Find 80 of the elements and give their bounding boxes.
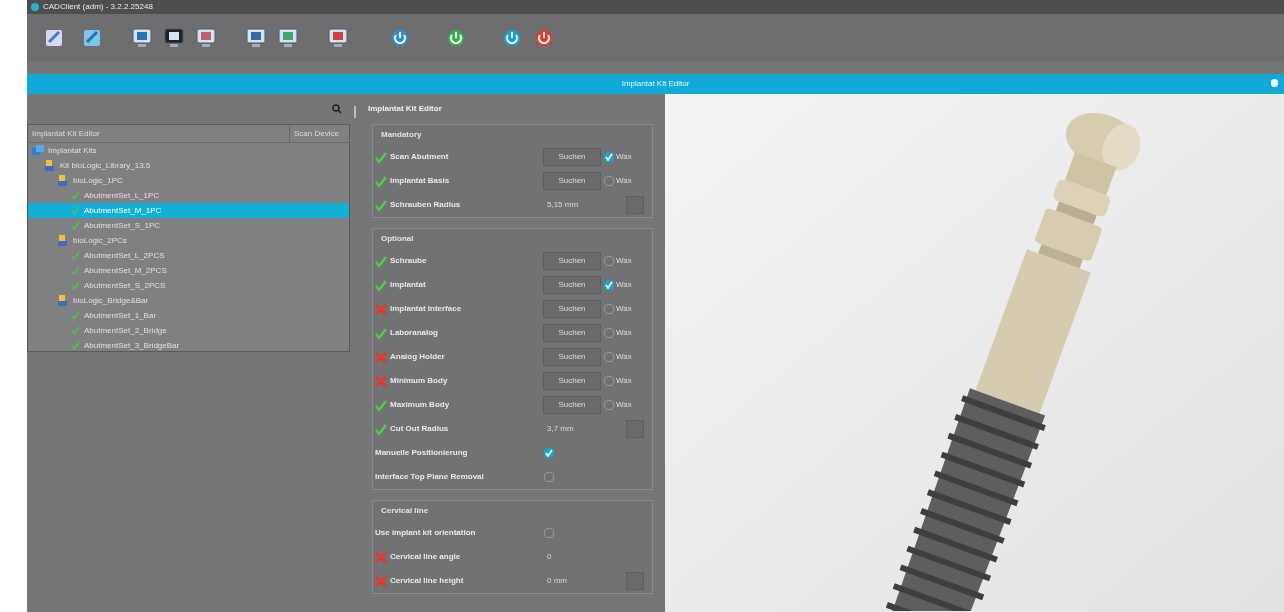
search-button[interactable]: Suchen xyxy=(543,172,601,190)
option-label: Wax xyxy=(616,351,632,363)
folder-stack-icon xyxy=(32,145,44,156)
checkbox[interactable] xyxy=(604,328,614,338)
column-header[interactable]: Implantat Kit Editor xyxy=(28,125,289,142)
checkbox[interactable] xyxy=(604,376,614,386)
field-label: Interface Top Plane Removal xyxy=(375,471,485,483)
field-label: Manuelle Positionierung xyxy=(375,447,469,459)
search-button[interactable]: Suchen xyxy=(543,372,601,390)
field-label: Cervical line angle xyxy=(390,551,462,563)
option-label: Wax xyxy=(616,375,632,387)
input-field[interactable]: 5,15 mm xyxy=(543,196,623,214)
option-label: Wax xyxy=(616,327,632,339)
field-label: Analog Holder xyxy=(390,351,446,363)
panel-title: Implantat Kit Editor xyxy=(368,103,442,115)
search-button[interactable]: Suchen xyxy=(543,300,601,318)
field-label: Implantat Basis xyxy=(390,175,451,187)
field-label: Implantat Interface xyxy=(390,303,463,315)
field-label: Schraube xyxy=(390,255,428,267)
column-header[interactable]: Scan Device xyxy=(289,125,349,142)
search-button[interactable]: Suchen xyxy=(543,396,601,414)
tree-item[interactable]: AbutmentSet_2_Bridge xyxy=(28,323,349,338)
tree-item[interactable]: AbutmentSet_L_1PC xyxy=(28,188,349,203)
edit-icon[interactable] xyxy=(43,27,65,49)
window-title: CADClient (adm) - 3.2.2.25248 xyxy=(43,3,153,11)
search-icon[interactable] xyxy=(332,104,342,114)
tree-item[interactable]: AbutmentSet_1_Bar xyxy=(28,308,349,323)
field-label: Laboranalog xyxy=(390,327,439,339)
tree-item[interactable]: AbutmentSet_M_2PCS xyxy=(28,263,349,278)
search-button[interactable]: Suchen xyxy=(543,324,601,342)
checkbox[interactable] xyxy=(604,256,614,266)
input-field[interactable]: 3,7 mm xyxy=(543,420,623,438)
tree-item[interactable]: AbutmentSet_S_1PC xyxy=(28,218,349,233)
tree-item[interactable]: bioLogic_2PCs xyxy=(28,233,349,248)
power-icon[interactable] xyxy=(533,27,555,49)
section-title: Cervical line xyxy=(381,505,429,517)
editor-banner-title: Implantat Kit Editor xyxy=(621,78,690,90)
field-label: Scan Abutment xyxy=(390,151,450,163)
option-label: Wax xyxy=(616,303,632,315)
field-label: Use implant kit orientation xyxy=(375,527,477,539)
field-label: Implantat xyxy=(390,279,427,291)
option-label: Wax xyxy=(616,399,632,411)
checkbox[interactable] xyxy=(604,352,614,362)
pin-icon[interactable] xyxy=(1271,79,1278,87)
checkbox[interactable] xyxy=(604,176,614,186)
tree-item[interactable]: bioLogic_1PC xyxy=(28,173,349,188)
field-label: Cervical line height xyxy=(390,575,465,587)
tree-item[interactable]: Implantat Kits xyxy=(28,143,349,158)
checkbox[interactable] xyxy=(544,472,554,482)
input-field[interactable]: 0 xyxy=(543,548,643,566)
section-title: Mandatory xyxy=(381,129,422,141)
monitor-icon[interactable] xyxy=(163,27,185,49)
tree-item[interactable]: AbutmentSet_S_2PCS xyxy=(28,278,349,293)
tree-item[interactable]: AbutmentSet_3_BridgeBar xyxy=(28,338,349,353)
tree-item[interactable]: AbutmentSet_L_2PCS xyxy=(28,248,349,263)
search-button[interactable]: Suchen xyxy=(543,148,601,166)
tree-item[interactable]: Kit bioLogic_Library_13.5 xyxy=(28,158,349,173)
option-label: Wax xyxy=(616,279,632,291)
kit-icon xyxy=(58,175,69,186)
field-label: Cut Out Radius xyxy=(390,423,450,435)
option-label: Wax xyxy=(616,255,632,267)
section-title: Optional xyxy=(381,233,414,245)
tree-item[interactable]: bioLogic_Bridge&Bar xyxy=(28,293,349,308)
option-label: Wax xyxy=(616,175,632,187)
checkbox[interactable] xyxy=(604,304,614,314)
kit-icon xyxy=(58,295,69,306)
kit-icon xyxy=(45,160,56,171)
tree-item[interactable]: AbutmentSet_M_1PC xyxy=(28,203,349,218)
field-label: Minimum Body xyxy=(390,375,449,387)
field-label: Schrauben Radius xyxy=(390,199,462,211)
option-label: Wax xyxy=(616,151,632,163)
search-button[interactable]: Suchen xyxy=(543,276,601,294)
checkbox[interactable] xyxy=(544,528,554,538)
app-icon xyxy=(31,3,39,11)
field-label: Maximum Body xyxy=(390,399,451,411)
kit-icon xyxy=(58,235,69,246)
input-field[interactable]: 0 mm xyxy=(543,572,623,590)
search-button[interactable]: Suchen xyxy=(543,252,601,270)
search-button[interactable]: Suchen xyxy=(543,348,601,366)
checkbox[interactable] xyxy=(604,400,614,410)
